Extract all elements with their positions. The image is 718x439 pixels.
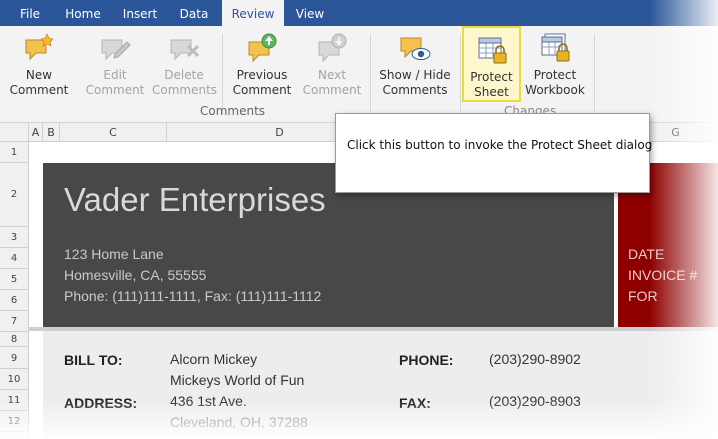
address-street[interactable]: 436 1st Ave. [170, 393, 247, 409]
row-header-2[interactable]: 2 [0, 163, 28, 227]
show-hide-label-2: Comments [382, 83, 448, 97]
billing-section [43, 331, 718, 439]
bill-to-company[interactable]: Mickeys World of Fun [170, 372, 304, 388]
phone-label[interactable]: PHONE: [399, 352, 453, 368]
company-name[interactable]: Vader Enterprises [64, 181, 326, 219]
show-hide-label-1: Show / Hide [379, 68, 451, 82]
row-header-3[interactable]: 3 [0, 227, 28, 248]
row-header-1[interactable]: 1 [0, 142, 28, 163]
new-comment-icon [25, 33, 54, 61]
date-label[interactable]: DATE [628, 246, 664, 262]
address-city[interactable]: Cleveland, OH, 37288 [170, 414, 308, 430]
row-header-7[interactable]: 7 [0, 311, 28, 332]
delete-comment-icon [170, 39, 200, 61]
ribbon-separator [222, 34, 223, 114]
company-address-line2[interactable]: Homesville, CA, 55555 [64, 267, 206, 283]
column-header-b[interactable]: B [43, 123, 60, 141]
show-hide-comments-button[interactable]: Show / Hide Comments [374, 26, 456, 102]
company-address-line1[interactable]: 123 Home Lane [64, 246, 164, 262]
row-header-8[interactable]: 8 [0, 332, 28, 347]
column-header-a[interactable]: A [29, 123, 43, 141]
delete-comments-label-2: Comments [152, 83, 218, 97]
previous-comment-label-1: Previous [236, 68, 288, 82]
for-label[interactable]: FOR [628, 288, 658, 304]
edit-comment-button[interactable]: Edit Comment [80, 26, 150, 102]
column-header-c[interactable]: C [60, 123, 167, 141]
previous-comment-label-2: Comment [232, 83, 292, 97]
new-comment-label-2: Comment [9, 83, 69, 97]
row-header-9[interactable]: 9 [0, 347, 28, 369]
previous-comment-icon [248, 33, 277, 63]
delete-comments-button[interactable]: Delete Comments [152, 26, 218, 102]
row-header-11[interactable]: 11 [0, 390, 28, 411]
tab-view[interactable]: View [288, 0, 332, 26]
protect-sheet-label-2: Sheet [474, 85, 509, 99]
fax-label[interactable]: FAX: [399, 395, 431, 411]
protect-workbook-button[interactable]: Protect Workbook [522, 26, 588, 102]
bill-to-label[interactable]: BILL TO: [64, 352, 123, 368]
row-header-12[interactable]: 12 [0, 411, 28, 432]
ribbon-separator [460, 34, 461, 114]
protect-workbook-label-2: Workbook [525, 83, 585, 97]
invoice-number-label[interactable]: INVOICE # [628, 267, 697, 283]
next-comment-label-1: Next [318, 68, 346, 82]
fax-value[interactable]: (203)290-8903 [489, 393, 581, 409]
tooltip-text: Click this button to invoke the Protect … [347, 138, 653, 152]
ribbon-separator [370, 34, 371, 114]
next-comment-label-2: Comment [302, 83, 362, 97]
protect-sheet-button[interactable]: Protect Sheet [462, 26, 521, 102]
row-header-10[interactable]: 10 [0, 369, 28, 390]
protect-workbook-icon [541, 33, 570, 62]
new-comment-button[interactable]: New Comment [6, 26, 72, 102]
edit-comment-label-2: Comment [85, 83, 145, 97]
company-phone-fax[interactable]: Phone: (111)111-1111, Fax: (111)111-1112 [64, 288, 321, 304]
tab-file[interactable]: File [8, 0, 52, 26]
address-label[interactable]: ADDRESS: [64, 395, 137, 411]
row-header-6[interactable]: 6 [0, 290, 28, 311]
protect-workbook-label-1: Protect [533, 68, 577, 82]
protect-sheet-label-1: Protect [470, 70, 513, 84]
bill-to-name[interactable]: Alcorn Mickey [170, 351, 257, 367]
menu-tab-bar: File Home Insert Data Review View [0, 0, 718, 26]
previous-comment-button[interactable]: Previous Comment [230, 26, 294, 102]
tooltip-callout: Click this button to invoke the Protect … [335, 113, 653, 193]
delete-comments-label-1: Delete [164, 68, 204, 82]
tab-data[interactable]: Data [170, 0, 218, 26]
next-comment-button[interactable]: Next Comment [300, 26, 364, 102]
phone-value[interactable]: (203)290-8902 [489, 351, 581, 367]
tab-home[interactable]: Home [56, 0, 110, 26]
edit-comment-label-1: Edit [103, 68, 127, 82]
app-window: File Home Insert Data Review View New Co… [0, 0, 718, 439]
row-header-5[interactable]: 5 [0, 269, 28, 290]
ribbon: New Comment Edit Comment Delete Comments [0, 26, 718, 123]
select-all-corner[interactable] [0, 123, 29, 141]
row-header-4[interactable]: 4 [0, 248, 28, 269]
protect-sheet-icon [478, 37, 506, 64]
next-comment-icon [318, 33, 347, 63]
ribbon-separator [594, 34, 595, 114]
show-hide-comments-icon [400, 37, 431, 60]
row-headers: 1 2 3 4 5 6 7 8 9 10 11 12 [0, 142, 29, 439]
tab-review[interactable]: Review [222, 0, 284, 26]
tab-insert[interactable]: Insert [114, 0, 166, 26]
group-label-comments: Comments [200, 104, 266, 118]
new-comment-label-1: New [25, 68, 53, 82]
edit-comment-icon [101, 39, 131, 61]
